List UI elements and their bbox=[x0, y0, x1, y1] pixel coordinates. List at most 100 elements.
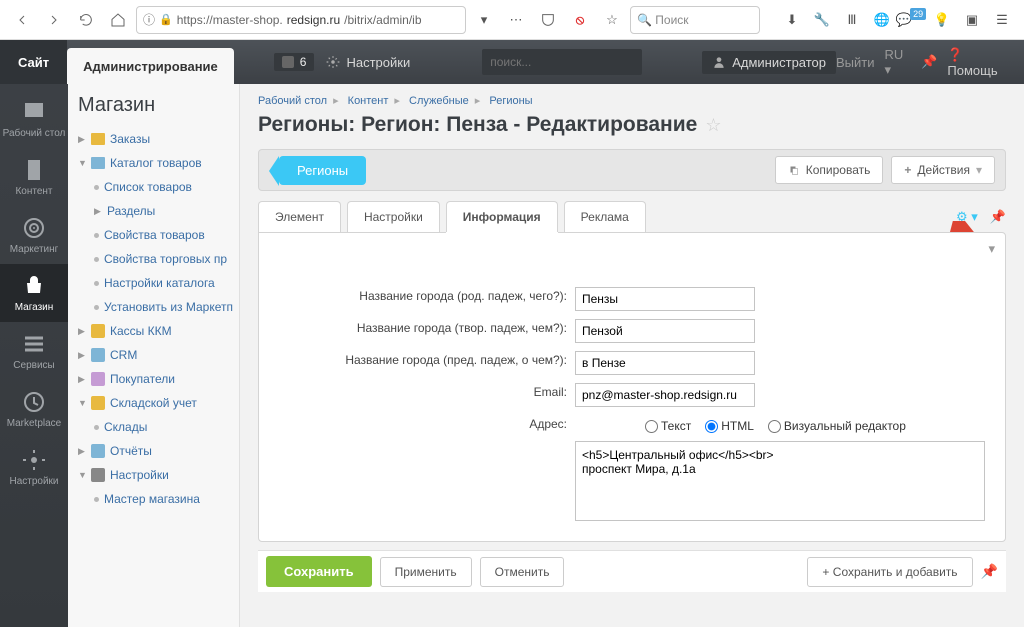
lang-toggle[interactable]: RU ▾ bbox=[885, 47, 912, 78]
adblock-icon[interactable]: ⦸ bbox=[566, 6, 594, 34]
globe-icon[interactable]: 🌐 bbox=[868, 6, 896, 34]
rail-services[interactable]: Сервисы bbox=[0, 322, 68, 380]
field-label: Название города (твор. падеж, чем?): bbox=[279, 315, 575, 347]
nav-reload[interactable] bbox=[72, 6, 100, 34]
field-label: Адрес: bbox=[279, 411, 575, 528]
site-tab[interactable]: Сайт bbox=[0, 40, 67, 84]
tab-pin-icon[interactable]: 📌 bbox=[990, 209, 1006, 225]
tree-item[interactable]: ▶Кассы ККМ bbox=[78, 319, 239, 343]
tree-item[interactable]: ▶Разделы bbox=[78, 199, 239, 223]
radio-text[interactable]: Текст bbox=[645, 419, 691, 433]
download-icon[interactable]: ⬇ bbox=[778, 6, 806, 34]
notif-badge[interactable]: 6 bbox=[274, 53, 315, 71]
user-menu[interactable]: Администратор bbox=[702, 51, 836, 74]
tab-settings-gear-icon[interactable]: ⚙ ▾ bbox=[956, 209, 978, 225]
tree-item[interactable]: ▶Заказы bbox=[78, 127, 239, 151]
nav-fwd[interactable] bbox=[40, 6, 68, 34]
crumb[interactable]: Служебные bbox=[409, 95, 469, 107]
radio-label: Визуальный редактор bbox=[784, 419, 906, 433]
field-label: Название города (пред. падеж, о чем?): bbox=[279, 347, 575, 379]
crumb[interactable]: Рабочий стол bbox=[258, 95, 327, 107]
plus-icon: + bbox=[822, 565, 829, 579]
url-bar[interactable]: ⓘ 🔒 https://master-shop.redsign.ru/bitri… bbox=[136, 6, 466, 34]
msg-icon[interactable]: 💬29 bbox=[898, 6, 926, 34]
tree-item[interactable]: ▶Отчёты bbox=[78, 439, 239, 463]
actions-button[interactable]: +Действия▾ bbox=[891, 156, 995, 184]
plus-icon: + bbox=[904, 163, 911, 177]
tree-item[interactable]: ▶CRM bbox=[78, 343, 239, 367]
search-placeholder: Поиск bbox=[655, 13, 688, 27]
field-label: Email: bbox=[279, 379, 575, 411]
library-icon[interactable]: Ⅲ bbox=[838, 6, 866, 34]
tab-info[interactable]: Информация bbox=[446, 201, 558, 232]
tab-element[interactable]: Элемент bbox=[258, 201, 341, 232]
pin-icon[interactable]: 📌 bbox=[921, 54, 937, 70]
tree-item[interactable]: Установить из Маркетп bbox=[78, 295, 239, 319]
collapse-icon[interactable]: ▾ bbox=[988, 241, 995, 257]
field-label: Название города (род. падеж, чего?): bbox=[279, 283, 575, 315]
bookmark-star-icon[interactable]: ☆ bbox=[598, 6, 626, 34]
browser-search[interactable]: 🔍 Поиск bbox=[630, 6, 760, 34]
dropdown-icon[interactable]: ▾ bbox=[470, 6, 498, 34]
devtools-icon[interactable]: 🔧 bbox=[808, 6, 836, 34]
logout-link[interactable]: Выйти bbox=[836, 55, 875, 70]
radio-html[interactable]: HTML bbox=[705, 419, 754, 433]
cancel-button[interactable]: Отменить bbox=[480, 557, 565, 587]
radio-visual[interactable]: Визуальный редактор bbox=[768, 419, 906, 433]
rail-label: Контент bbox=[15, 186, 52, 197]
city-genitive-input[interactable] bbox=[575, 287, 755, 311]
more-icon[interactable]: ⋯ bbox=[502, 6, 530, 34]
apply-button[interactable]: Применить bbox=[380, 557, 472, 587]
bulb-icon[interactable]: 💡 bbox=[928, 6, 956, 34]
tree-item[interactable]: ▼Складской учет bbox=[78, 391, 239, 415]
radio-label: HTML bbox=[721, 419, 754, 433]
rail-settings[interactable]: Настройки bbox=[0, 438, 68, 496]
tree-item[interactable]: Склады bbox=[78, 415, 239, 439]
footer-pin-icon[interactable]: 📌 bbox=[981, 563, 998, 580]
address-textarea[interactable]: <h5>Центральный офис</h5><br> проспект М… bbox=[575, 441, 985, 521]
rail-marketplace[interactable]: Marketplace bbox=[0, 380, 68, 438]
tab-ad[interactable]: Реклама bbox=[564, 201, 646, 232]
rail-marketing[interactable]: Маркетинг bbox=[0, 206, 68, 264]
tab-settings[interactable]: Настройки bbox=[347, 201, 440, 232]
form-panel: ▾ Название города (род. падеж, чего?): Н… bbox=[258, 232, 1006, 542]
city-prepositional-input[interactable] bbox=[575, 351, 755, 375]
back-to-list-button[interactable]: Регионы bbox=[279, 156, 366, 185]
url-post: /bitrix/admin/ib bbox=[344, 13, 421, 27]
crumb[interactable]: Регионы bbox=[489, 95, 532, 107]
rail-label: Marketplace bbox=[7, 418, 61, 429]
tree-item[interactable]: Свойства товаров bbox=[78, 223, 239, 247]
tree-item[interactable]: ▶Покупатели bbox=[78, 367, 239, 391]
chevron-down-icon: ▾ bbox=[976, 163, 982, 177]
menu-icon[interactable]: ☰ bbox=[988, 6, 1016, 34]
sidebar-icon[interactable]: ▣ bbox=[958, 6, 986, 34]
tree-item[interactable]: Мастер магазина bbox=[78, 487, 239, 511]
save-add-button[interactable]: + Сохранить и добавить bbox=[807, 557, 972, 587]
rail-desktop[interactable]: Рабочий стол bbox=[0, 90, 68, 148]
rail-shop[interactable]: Магазин bbox=[0, 264, 68, 322]
notif-icon bbox=[282, 56, 294, 68]
save-button[interactable]: Сохранить bbox=[266, 556, 372, 587]
tree-item[interactable]: ▼Настройки bbox=[78, 463, 239, 487]
pocket-icon[interactable] bbox=[534, 6, 562, 34]
tree-item[interactable]: Свойства торговых пр bbox=[78, 247, 239, 271]
settings-link[interactable]: Настройки bbox=[314, 40, 422, 84]
msg-badge: 29 bbox=[910, 8, 926, 20]
crumb[interactable]: Контент bbox=[348, 95, 389, 107]
favorite-star-icon[interactable]: ☆ bbox=[705, 115, 721, 136]
notif-count: 6 bbox=[300, 55, 307, 69]
nav-home[interactable] bbox=[104, 6, 132, 34]
tree-item[interactable]: Настройки каталога bbox=[78, 271, 239, 295]
email-input[interactable] bbox=[575, 383, 755, 407]
rail-content[interactable]: Контент bbox=[0, 148, 68, 206]
nav-back[interactable] bbox=[8, 6, 36, 34]
tree-item[interactable]: ▼Каталог товаров bbox=[78, 151, 239, 175]
help-link[interactable]: ❓ Помощь bbox=[947, 47, 1012, 78]
rail-label: Магазин bbox=[15, 302, 54, 313]
admin-search[interactable] bbox=[482, 49, 642, 75]
tree-item[interactable]: Список товаров bbox=[78, 175, 239, 199]
admin-tab[interactable]: Администрирование bbox=[67, 48, 234, 84]
city-instrumental-input[interactable] bbox=[575, 319, 755, 343]
copy-label: Копировать bbox=[806, 163, 871, 177]
copy-button[interactable]: Копировать bbox=[775, 156, 884, 184]
